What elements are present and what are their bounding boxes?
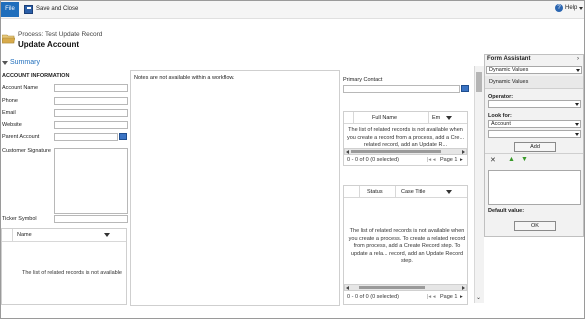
phone-input[interactable] xyxy=(54,97,128,105)
file-tab[interactable]: File xyxy=(1,2,19,17)
operator-select[interactable] xyxy=(488,100,581,108)
ticker-symbol-label: Ticker Symbol xyxy=(2,216,37,222)
chevron-down-icon xyxy=(575,103,579,106)
scroll-thumb[interactable] xyxy=(359,286,425,289)
move-down-icon[interactable]: ▼ xyxy=(521,156,528,163)
move-up-icon[interactable]: ▲ xyxy=(508,156,515,163)
filter-icon[interactable] xyxy=(446,190,452,194)
website-label: Website xyxy=(2,122,22,128)
collapse-icon xyxy=(2,60,8,65)
lookup-icon[interactable] xyxy=(119,133,127,140)
divider xyxy=(485,153,583,154)
grid-column-full-name[interactable]: Full Name xyxy=(372,115,397,121)
help-button[interactable]: ? Help xyxy=(555,4,584,12)
scroll-right-icon[interactable] xyxy=(462,150,465,154)
help-label: Help xyxy=(565,5,578,11)
dynamic-values-header: Dynamic Values xyxy=(485,76,583,89)
scroll-down-icon[interactable]: ⌄ xyxy=(476,294,481,301)
look-for-attribute-select[interactable] xyxy=(488,130,581,138)
grid-column-divider xyxy=(359,186,360,197)
scroll-left-icon[interactable] xyxy=(346,286,349,290)
page-indicator: Page 1 xyxy=(440,157,458,163)
summary-section-toggle[interactable]: Summary xyxy=(2,59,40,66)
parent-account-label: Parent Account xyxy=(2,134,40,140)
first-page-icon[interactable]: |◂ ◂ xyxy=(427,294,435,300)
folder-icon xyxy=(2,34,15,44)
save-icon xyxy=(24,4,33,14)
next-page-icon[interactable]: ▸ xyxy=(460,157,463,163)
grid-header-border xyxy=(2,241,126,242)
help-dropdown-icon xyxy=(579,6,584,10)
grid-column-name[interactable]: Name xyxy=(17,232,32,238)
grid-column-divider xyxy=(428,112,429,123)
customer-signature-label: Customer Signature xyxy=(2,148,51,154)
primary-contact-input[interactable] xyxy=(343,85,460,93)
notes-panel xyxy=(130,70,340,306)
save-and-close-button[interactable]: Save and Close xyxy=(24,3,78,15)
form-assistant-title: Form Assistant xyxy=(487,56,531,62)
mode-select-value: Dynamic Values xyxy=(489,67,529,73)
delete-icon[interactable]: ✕ xyxy=(490,156,496,164)
grid-empty-message: The list of related records is not avail… xyxy=(348,228,466,264)
add-button[interactable]: Add xyxy=(514,142,556,152)
filter-icon[interactable] xyxy=(446,116,452,120)
account-name-label: Account Name xyxy=(2,85,39,91)
save-and-close-label: Save and Close xyxy=(36,6,79,12)
scroll-left-icon[interactable] xyxy=(346,150,349,154)
phone-label: Phone xyxy=(2,98,18,104)
form-assistant-mode-select[interactable]: Dynamic Values xyxy=(486,66,582,74)
grid-header-border xyxy=(344,197,467,198)
look-for-value: Account xyxy=(491,121,511,127)
primary-contact-label: Primary Contact xyxy=(343,77,383,83)
dynamic-values-list[interactable] xyxy=(488,170,581,205)
grid-empty-message: The list of related records is not avail… xyxy=(22,270,122,276)
first-page-icon[interactable]: |◂ ◂ xyxy=(427,157,435,163)
grid-column-email[interactable]: Em xyxy=(432,115,440,121)
grid-empty-message: The list of related records is not avail… xyxy=(346,127,465,148)
horizontal-scrollbar[interactable] xyxy=(344,148,467,155)
website-input[interactable] xyxy=(54,121,128,129)
look-for-label: Look for: xyxy=(488,113,512,119)
page-indicator: Page 1 xyxy=(440,294,458,300)
summary-label: Summary xyxy=(10,59,40,66)
scroll-right-icon[interactable] xyxy=(462,286,465,290)
default-value-label: Default value: xyxy=(488,208,525,214)
chevron-down-icon xyxy=(576,69,580,72)
panel-collapse-icon[interactable]: › xyxy=(577,56,579,62)
page-title: Update Account xyxy=(18,40,80,49)
email-label: Email xyxy=(2,110,16,116)
parent-account-input[interactable] xyxy=(54,133,118,141)
ribbon xyxy=(1,1,584,19)
ok-button[interactable]: OK xyxy=(514,221,556,231)
record-count: 0 - 0 of 0 (0 selected) xyxy=(347,294,399,300)
help-icon: ? xyxy=(555,4,563,12)
filter-icon[interactable] xyxy=(104,233,110,237)
look-for-select[interactable]: Account xyxy=(488,120,581,128)
customer-signature-input[interactable] xyxy=(54,148,128,214)
process-name: Process: Test Update Record xyxy=(18,31,103,38)
dynamic-values-section: Dynamic Values xyxy=(489,79,529,85)
record-count: 0 - 0 of 0 (0 selected) xyxy=(347,157,399,163)
grid-column-divider xyxy=(12,229,13,241)
account-name-input[interactable] xyxy=(54,84,128,92)
chevron-down-icon xyxy=(575,123,579,126)
scroll-thumb[interactable] xyxy=(351,150,441,153)
grid-header-border xyxy=(344,123,467,124)
next-page-icon[interactable]: ▸ xyxy=(460,294,463,300)
grid-column-divider xyxy=(395,186,396,197)
vertical-scroll-thumb[interactable] xyxy=(476,72,482,92)
related-records-grid-left xyxy=(1,228,127,305)
notes-message: Notes are not available within a workflo… xyxy=(134,75,235,81)
account-info-heading: ACCOUNT INFORMATION xyxy=(2,73,70,79)
grid-column-status[interactable]: Status xyxy=(367,189,383,195)
chevron-down-icon xyxy=(575,133,579,136)
ticker-symbol-input[interactable] xyxy=(54,215,128,223)
lookup-icon[interactable] xyxy=(461,85,469,92)
vertical-scrollbar[interactable] xyxy=(474,66,484,303)
grid-column-case-title[interactable]: Case Title xyxy=(401,189,425,195)
email-input[interactable] xyxy=(54,109,128,117)
grid-column-divider xyxy=(353,112,354,123)
horizontal-scrollbar[interactable] xyxy=(344,284,467,291)
